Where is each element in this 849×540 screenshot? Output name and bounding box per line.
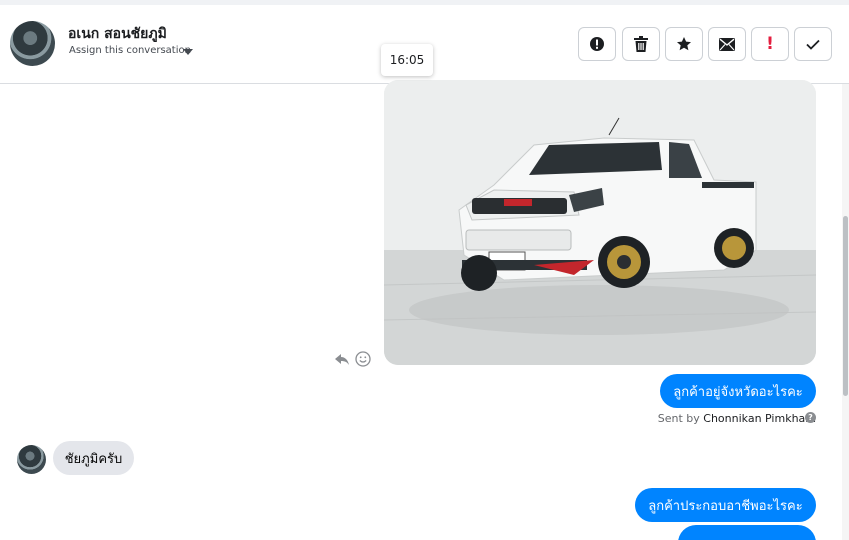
envelope-icon: [719, 37, 735, 51]
incoming-message-bubble[interactable]: ชัยภูมิครับ: [53, 441, 134, 475]
sent-by-line: Sent by Chonnikan Pimkham: [658, 412, 816, 425]
mark-spam-button[interactable]: [578, 27, 616, 61]
assign-conversation-link[interactable]: Assign this conversation: [69, 45, 191, 56]
contact-avatar-small[interactable]: [17, 445, 46, 474]
help-icon[interactable]: ?: [805, 412, 816, 423]
delete-button[interactable]: [622, 27, 660, 61]
mark-done-button[interactable]: [794, 27, 832, 61]
sent-by-prefix: Sent by: [657, 412, 700, 425]
message-actions: [334, 350, 374, 368]
check-icon: [806, 39, 820, 50]
message-time-tooltip: 16:05: [381, 44, 433, 76]
truck-image: [384, 80, 816, 365]
reply-icon[interactable]: [334, 351, 350, 367]
scrollbar-thumb[interactable]: [843, 216, 848, 396]
sender-name: Chonnikan Pimkham: [703, 412, 816, 425]
pickup-truck-photo[interactable]: [384, 80, 816, 365]
mark-unread-button[interactable]: [708, 27, 746, 61]
contact-avatar[interactable]: [10, 21, 55, 66]
alert-circle-icon: [590, 37, 604, 51]
outgoing-message-bubble-partial[interactable]: [678, 525, 816, 540]
star-icon: [677, 37, 691, 51]
outgoing-message-bubble[interactable]: ลูกค้าประกอบอาชีพอะไรคะ: [635, 488, 816, 522]
star-button[interactable]: [665, 27, 703, 61]
exclamation-icon: !: [766, 34, 774, 54]
contact-name[interactable]: อเนก สอนชัยภูมิ: [68, 23, 167, 45]
chevron-down-icon[interactable]: [183, 49, 193, 55]
trash-icon: [634, 36, 648, 52]
emoji-reaction-icon[interactable]: [355, 351, 371, 367]
outgoing-message-bubble[interactable]: ลูกค้าอยู่จังหวัดอะไรคะ: [660, 374, 816, 408]
scrollbar[interactable]: [842, 84, 849, 540]
follow-up-button[interactable]: !: [751, 27, 789, 61]
